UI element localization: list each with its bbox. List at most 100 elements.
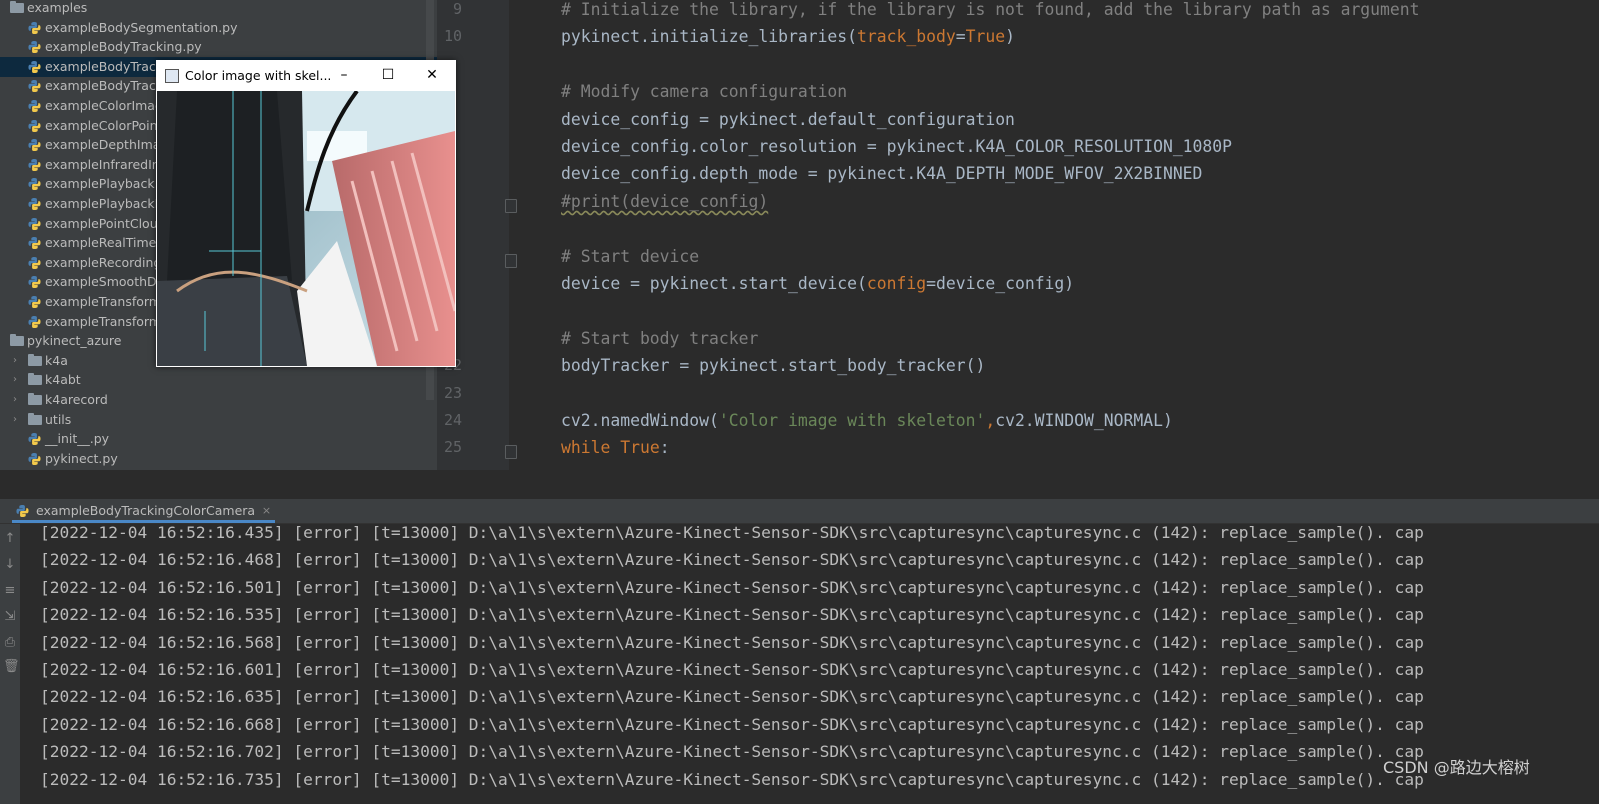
- trash-icon[interactable]: 🗑: [3, 660, 20, 674]
- tree-item[interactable]: exampleBodyTracking.py: [0, 37, 437, 57]
- fold-marker-icon[interactable]: [505, 253, 517, 268]
- code-line[interactable]: device_config = pykinect.default_configu…: [561, 106, 1015, 133]
- run-tab[interactable]: exampleBodyTrackingColorCamera ×: [12, 499, 276, 523]
- python-file-icon: [28, 119, 41, 132]
- log-line: [2022-12-04 16:52:16.702] [error] [t=130…: [40, 742, 1424, 762]
- tree-item-label: examples: [27, 0, 88, 15]
- tree-item-label: exampleRecording.: [45, 254, 166, 270]
- tree-item[interactable]: __init__.py: [0, 429, 437, 449]
- tree-item-label: exampleBodySegmentation.py: [45, 19, 238, 35]
- code-editor[interactable]: 91022232425 # Initialize the library, if…: [437, 0, 1599, 470]
- code-line[interactable]: # Start body tracker: [561, 325, 758, 352]
- python-file-icon: [28, 60, 41, 73]
- tree-item[interactable]: pykinect.py: [0, 449, 437, 469]
- python-file-icon: [28, 256, 41, 269]
- code-token: #print(device_config): [561, 191, 769, 211]
- console-toolbar: ↑ ↓ ≡ ⇲ ⎙ 🗑: [0, 524, 20, 804]
- code-line[interactable]: pykinect.initialize_libraries(track_body…: [561, 23, 1015, 50]
- window-app-icon: [165, 69, 179, 83]
- code-line[interactable]: device_config.depth_mode = pykinect.K4A_…: [561, 160, 1202, 187]
- log-line: [2022-12-04 16:52:16.435] [error] [t=130…: [40, 524, 1424, 542]
- tree-item-label: k4a: [45, 352, 68, 368]
- python-file-icon: [28, 197, 41, 211]
- minimize-button[interactable]: –: [322, 60, 366, 91]
- tree-item-label: exampleDepthImag: [45, 137, 169, 153]
- tree-item[interactable]: › k4arecord: [0, 390, 437, 410]
- python-file-icon: [28, 139, 41, 152]
- code-line[interactable]: device_config.color_resolution = pykinec…: [561, 133, 1232, 160]
- python-file-icon: [28, 99, 41, 113]
- python-file-icon: [28, 217, 41, 230]
- python-file-icon: [28, 80, 41, 93]
- run-console[interactable]: ↑ ↓ ≡ ⇲ ⎙ 🗑 [2022-12-04 16:52:16.435] [e…: [0, 524, 1599, 804]
- python-file-icon: [28, 452, 41, 465]
- camera-frame-illustration: [157, 91, 455, 366]
- fold-marker-icon[interactable]: [505, 198, 517, 213]
- code-token: bodyTracker = pykinect.start_body_tracke…: [561, 356, 986, 376]
- tree-item-label: examplePlayback.py: [45, 176, 174, 192]
- code-token: device_config.depth_mode = pykinect.K4A_…: [561, 164, 1203, 184]
- tree-item[interactable]: examples: [0, 0, 437, 18]
- log-line: [2022-12-04 16:52:16.501] [error] [t=130…: [40, 577, 1424, 597]
- code-line[interactable]: cv2.namedWindow('Color image with skelet…: [561, 407, 1173, 434]
- python-file-icon: [28, 433, 41, 446]
- code-token: pykinect.initialize_libraries(: [561, 27, 858, 47]
- code-line[interactable]: #print(device_config): [561, 188, 768, 215]
- code-token: cv2.WINDOW_NORMAL): [995, 411, 1173, 430]
- chevron-right-icon[interactable]: ›: [10, 390, 20, 410]
- maximize-button[interactable]: ☐: [366, 60, 410, 91]
- python-file-icon: [16, 504, 29, 518]
- tree-item-label: exampleTransformC: [45, 294, 170, 309]
- line-number: 10: [443, 27, 462, 46]
- code-token: True: [965, 27, 1006, 47]
- tree-item-label: pykinect_azure: [27, 333, 122, 349]
- window-titlebar[interactable]: Color image with skel... – ☐ ✕: [156, 60, 456, 91]
- close-button[interactable]: ✕: [410, 60, 454, 91]
- window-title: Color image with skel...: [185, 68, 332, 83]
- code-token: =device_config): [926, 274, 1075, 293]
- chevron-right-icon[interactable]: ›: [10, 351, 20, 371]
- line-number: 24: [443, 411, 462, 429]
- print-icon[interactable]: ⎙: [3, 636, 17, 650]
- run-tab-label: exampleBodyTrackingColorCamera: [36, 503, 256, 518]
- python-file-icon: [28, 41, 41, 54]
- panel-divider[interactable]: [0, 470, 1599, 499]
- code-token: =: [955, 27, 966, 47]
- tree-item-label: examplePointCloud.: [45, 215, 170, 231]
- code-line[interactable]: # Start device: [561, 243, 699, 270]
- line-number: 9: [452, 0, 462, 18]
- tree-item[interactable]: › utils: [0, 410, 437, 430]
- tree-item-label: exampleColorPoint: [45, 117, 163, 133]
- code-line[interactable]: # Initialize the library, if the library…: [561, 0, 1420, 23]
- code-token: # Modify camera configuration: [561, 82, 848, 102]
- python-file-icon: [28, 21, 41, 34]
- chevron-right-icon[interactable]: ›: [10, 370, 20, 390]
- code-token: device_config.color_resolution = pykinec…: [561, 137, 1233, 156]
- log-line: [2022-12-04 16:52:16.668] [error] [t=130…: [40, 714, 1424, 734]
- camera-frame-image: [157, 91, 455, 366]
- code-token: device_config = pykinect.default_configu…: [561, 109, 1015, 129]
- log-line: [2022-12-04 16:52:16.635] [error] [t=130…: [40, 687, 1424, 707]
- log-line: [2022-12-04 16:52:16.568] [error] [t=130…: [40, 632, 1424, 652]
- chevron-right-icon[interactable]: ›: [10, 410, 20, 430]
- arrow-up-icon[interactable]: ↑: [3, 532, 17, 546]
- tree-item[interactable]: exampleBodySegmentation.py: [0, 18, 437, 38]
- line-number: 23: [443, 383, 462, 402]
- python-file-icon: [28, 295, 41, 309]
- tree-item-label: exampleSmoothDep: [45, 274, 173, 290]
- scroll-to-end-icon[interactable]: ⇲: [3, 610, 17, 624]
- tree-item-label: exampleBodyTracki: [45, 78, 167, 94]
- code-line[interactable]: while True:: [561, 434, 670, 461]
- log-line: [2022-12-04 16:52:16.535] [error] [t=130…: [40, 605, 1424, 625]
- soft-wrap-icon[interactable]: ≡: [3, 584, 17, 598]
- code-line[interactable]: device = pykinect.start_device(config=de…: [561, 270, 1074, 297]
- run-tab-bar: exampleBodyTrackingColorCamera ×: [0, 499, 1599, 524]
- opencv-window[interactable]: Color image with skel... – ☐ ✕: [156, 60, 456, 367]
- close-icon[interactable]: ×: [262, 499, 271, 523]
- code-token: # Start body tracker: [561, 328, 759, 348]
- code-line[interactable]: # Modify camera configuration: [561, 78, 847, 105]
- fold-marker-icon[interactable]: [505, 445, 517, 460]
- code-line[interactable]: bodyTracker = pykinect.start_body_tracke…: [561, 352, 985, 379]
- tree-item[interactable]: › k4abt: [0, 370, 437, 390]
- arrow-down-icon[interactable]: ↓: [3, 558, 17, 572]
